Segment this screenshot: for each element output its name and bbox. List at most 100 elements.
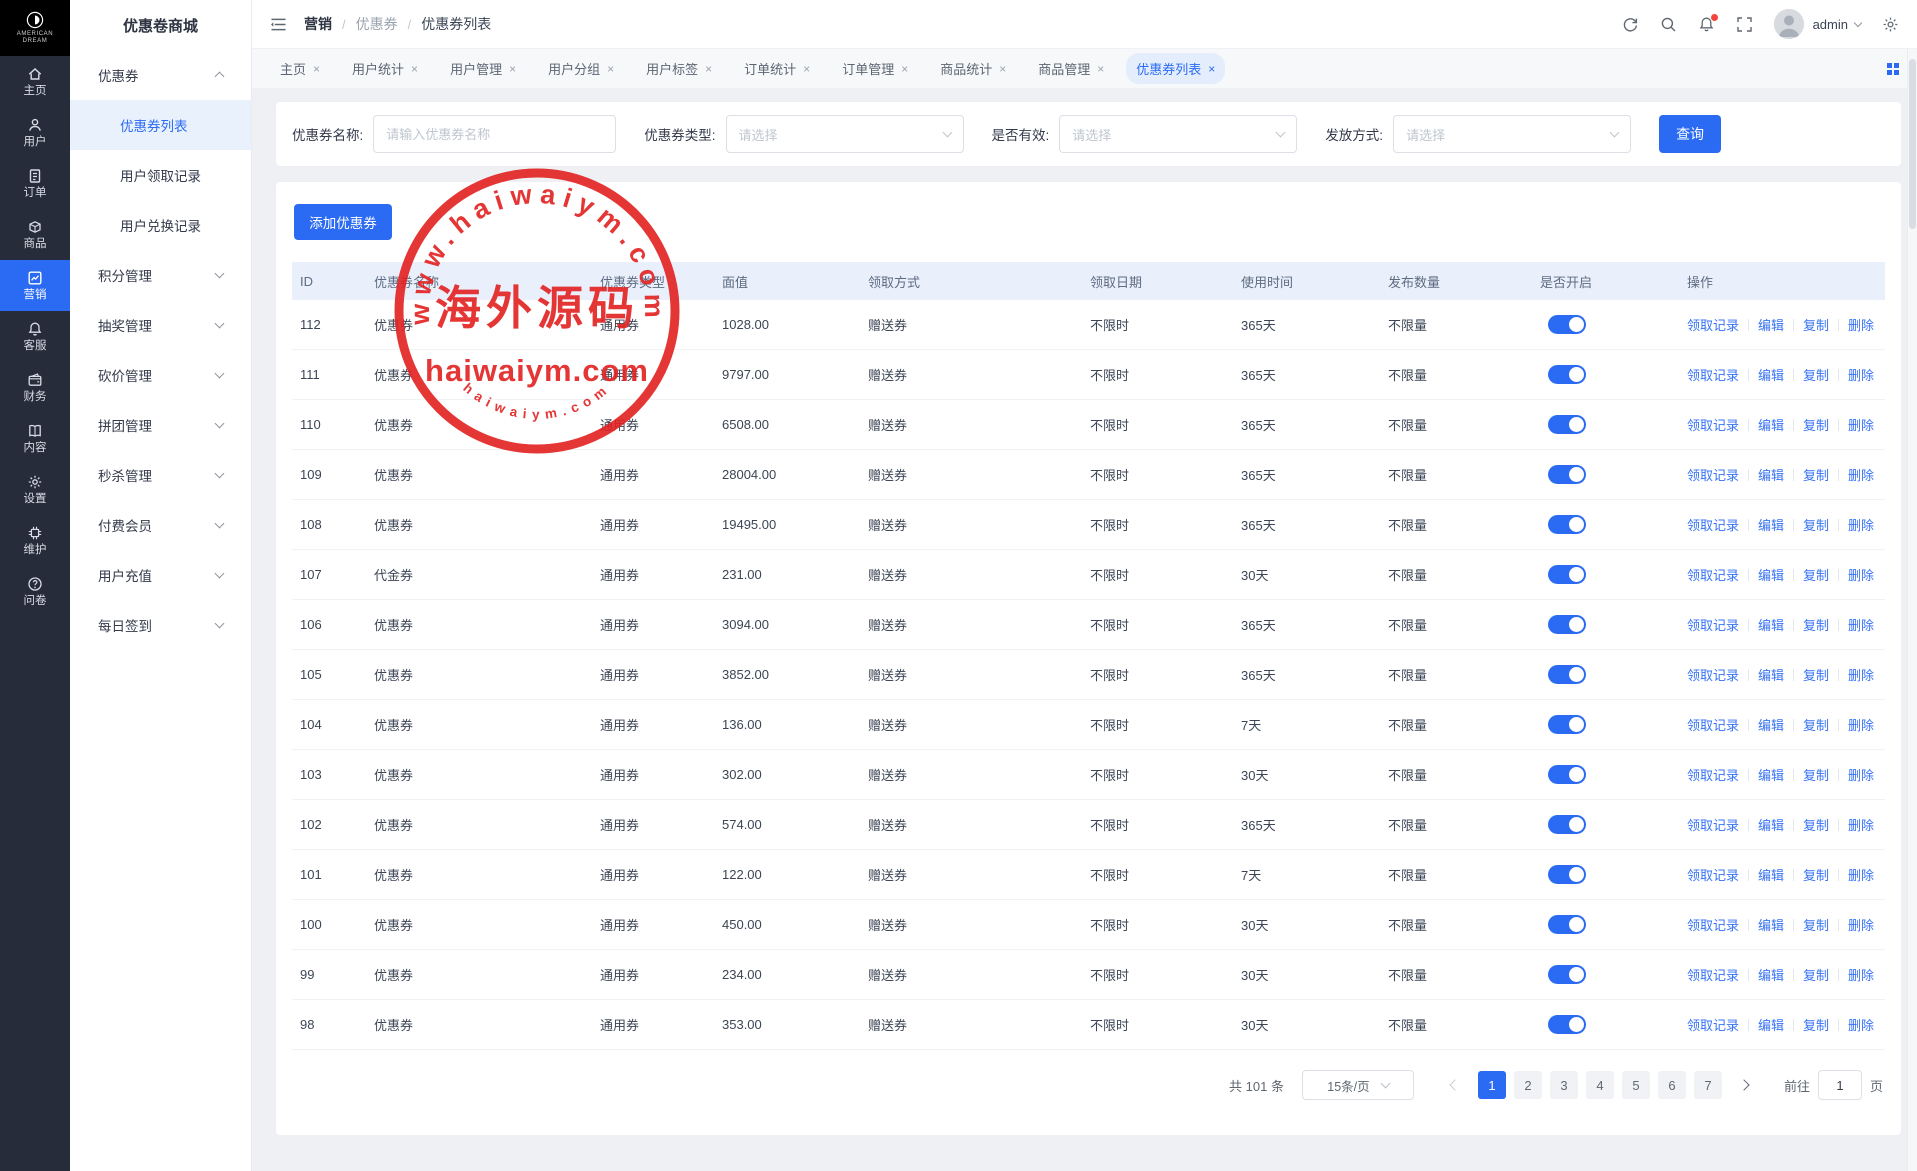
page-button-2[interactable]: 2 [1514,1071,1542,1099]
rail-item-home[interactable]: 主页 [0,56,70,107]
action-copy[interactable]: 复制 [1803,315,1829,334]
close-icon[interactable] [803,63,810,75]
action-delete[interactable]: 删除 [1848,515,1874,534]
tab-9[interactable]: 优惠券列表 [1126,53,1225,84]
action-edit[interactable]: 编辑 [1758,965,1784,984]
action-edit[interactable]: 编辑 [1758,665,1784,684]
action-edit[interactable]: 编辑 [1758,865,1784,884]
close-icon[interactable] [1097,63,1104,75]
action-records[interactable]: 领取记录 [1687,365,1739,384]
menu-item-2[interactable]: 用户领取记录 [70,150,251,200]
breadcrumb-item[interactable]: 营销 [304,14,332,34]
rail-item-settings[interactable]: 设置 [0,464,70,515]
action-delete[interactable]: 删除 [1848,415,1874,434]
send-method-select[interactable]: 请选择 [1393,115,1631,153]
close-icon[interactable] [705,63,712,75]
action-records[interactable]: 领取记录 [1687,465,1739,484]
action-records[interactable]: 领取记录 [1687,565,1739,584]
menu-group-7[interactable]: 拼团管理 [70,400,251,450]
page-button-7[interactable]: 7 [1694,1071,1722,1099]
menu-item-3[interactable]: 用户兑换记录 [70,200,251,250]
enable-toggle[interactable] [1548,815,1586,834]
tab-6[interactable]: 订单管理 [832,53,918,84]
action-copy[interactable]: 复制 [1803,615,1829,634]
action-copy[interactable]: 复制 [1803,915,1829,934]
menu-group-10[interactable]: 用户充值 [70,550,251,600]
action-delete[interactable]: 删除 [1848,365,1874,384]
enable-toggle[interactable] [1548,465,1586,484]
close-icon[interactable] [901,63,908,75]
page-button-4[interactable]: 4 [1586,1071,1614,1099]
rail-item-orders[interactable]: 订单 [0,158,70,209]
action-records[interactable]: 领取记录 [1687,515,1739,534]
enable-toggle[interactable] [1548,565,1586,584]
action-edit[interactable]: 编辑 [1758,515,1784,534]
menu-group-0[interactable]: 优惠券 [70,50,251,100]
enable-toggle[interactable] [1548,415,1586,434]
action-copy[interactable]: 复制 [1803,365,1829,384]
close-icon[interactable] [1208,63,1215,75]
menu-group-6[interactable]: 砍价管理 [70,350,251,400]
enable-toggle[interactable] [1548,365,1586,384]
notification-bell-icon[interactable] [1698,16,1715,33]
next-page-button[interactable] [1732,1071,1760,1099]
tab-1[interactable]: 用户统计 [342,53,428,84]
action-copy[interactable]: 复制 [1803,1015,1829,1034]
scrollbar[interactable] [1907,49,1917,1171]
gear-icon[interactable] [1882,16,1899,33]
action-records[interactable]: 领取记录 [1687,615,1739,634]
action-delete[interactable]: 删除 [1848,315,1874,334]
enable-toggle[interactable] [1548,865,1586,884]
enable-toggle[interactable] [1548,615,1586,634]
username[interactable]: admin [1813,17,1848,32]
action-delete[interactable]: 删除 [1848,715,1874,734]
action-copy[interactable]: 复制 [1803,415,1829,434]
collapse-menu-icon[interactable] [270,16,288,32]
search-button[interactable]: 查询 [1659,115,1721,153]
action-records[interactable]: 领取记录 [1687,765,1739,784]
action-records[interactable]: 领取记录 [1687,665,1739,684]
action-delete[interactable]: 删除 [1848,865,1874,884]
close-icon[interactable] [999,63,1006,75]
action-copy[interactable]: 复制 [1803,565,1829,584]
action-records[interactable]: 领取记录 [1687,965,1739,984]
action-edit[interactable]: 编辑 [1758,715,1784,734]
action-delete[interactable]: 删除 [1848,765,1874,784]
menu-group-5[interactable]: 抽奖管理 [70,300,251,350]
action-delete[interactable]: 删除 [1848,915,1874,934]
page-button-1[interactable]: 1 [1478,1071,1506,1099]
menu-item-1[interactable]: 优惠券列表 [70,100,251,150]
page-button-3[interactable]: 3 [1550,1071,1578,1099]
add-coupon-button[interactable]: 添加优惠券 [294,204,392,240]
page-size-select[interactable]: 15条/页 [1302,1070,1414,1100]
goto-page-input[interactable] [1818,1070,1862,1100]
action-records[interactable]: 领取记录 [1687,415,1739,434]
action-delete[interactable]: 删除 [1848,615,1874,634]
rail-item-finance[interactable]: 财务 [0,362,70,413]
is-valid-select[interactable]: 请选择 [1059,115,1297,153]
rail-item-marketing[interactable]: 营销 [0,260,70,311]
enable-toggle[interactable] [1548,315,1586,334]
action-records[interactable]: 领取记录 [1687,715,1739,734]
tab-7[interactable]: 商品统计 [930,53,1016,84]
menu-group-4[interactable]: 积分管理 [70,250,251,300]
action-records[interactable]: 领取记录 [1687,315,1739,334]
rail-item-service[interactable]: 客服 [0,311,70,362]
enable-toggle[interactable] [1548,515,1586,534]
fullscreen-icon[interactable] [1736,16,1753,33]
action-edit[interactable]: 编辑 [1758,415,1784,434]
action-records[interactable]: 领取记录 [1687,865,1739,884]
action-copy[interactable]: 复制 [1803,715,1829,734]
action-edit[interactable]: 编辑 [1758,765,1784,784]
action-copy[interactable]: 复制 [1803,865,1829,884]
coupon-type-select[interactable]: 请选择 [726,115,964,153]
menu-group-9[interactable]: 付费会员 [70,500,251,550]
action-delete[interactable]: 删除 [1848,465,1874,484]
action-delete[interactable]: 删除 [1848,815,1874,834]
avatar[interactable] [1774,9,1804,39]
action-copy[interactable]: 复制 [1803,965,1829,984]
action-edit[interactable]: 编辑 [1758,465,1784,484]
action-delete[interactable]: 删除 [1848,665,1874,684]
breadcrumb-item[interactable]: 优惠券 [356,14,398,34]
action-copy[interactable]: 复制 [1803,665,1829,684]
